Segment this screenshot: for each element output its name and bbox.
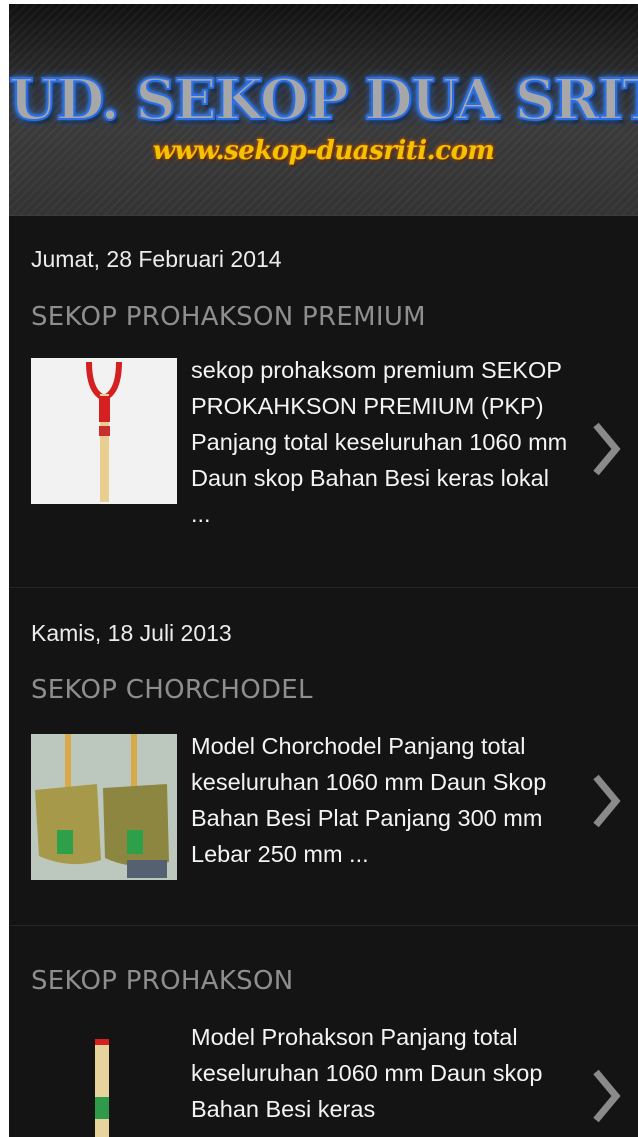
post-snippet-text: sekop prohaksom premium SEKOP PROKAHKSON…: [191, 357, 568, 527]
post-title[interactable]: SEKOP PROHAKSON PREMIUM: [31, 302, 426, 332]
shovel-handle-image: [95, 1039, 109, 1137]
post-item[interactable]: SEKOP PROHAKSON Model Prohakson Panjang …: [9, 926, 638, 1137]
post-thumbnail[interactable]: [31, 358, 177, 504]
chevron-right-icon[interactable]: [592, 422, 622, 476]
shovels-pair-image: [31, 734, 177, 880]
page-frame: UD. SEKOP DUA SRITI www.sekop-duasriti.c…: [9, 4, 638, 1137]
post-snippet: sekop prohaksom premium SEKOP PROKAHKSON…: [31, 352, 571, 532]
post-item[interactable]: Kamis, 18 Juli 2013 SEKOP CHORCHODEL Mod…: [9, 588, 638, 926]
post-thumbnail[interactable]: [31, 1025, 177, 1137]
blog-header[interactable]: UD. SEKOP DUA SRITI www.sekop-duasriti.c…: [9, 4, 638, 216]
post-thumbnail[interactable]: [31, 734, 177, 880]
post-title[interactable]: SEKOP PROHAKSON: [31, 966, 293, 996]
post-title[interactable]: SEKOP CHORCHODEL: [31, 675, 313, 705]
site-title[interactable]: UD. SEKOP DUA SRITI: [9, 67, 638, 133]
post-date: Kamis, 18 Juli 2013: [31, 620, 232, 646]
post-snippet-text: Model Chorchodel Panjang total keseluruh…: [191, 733, 547, 867]
post-snippet-text: Model Prohakson Panjang total keseluruha…: [191, 1024, 543, 1122]
post-snippet: Model Prohakson Panjang total keseluruha…: [31, 1019, 571, 1137]
chevron-right-icon[interactable]: [592, 774, 622, 828]
post-date: Jumat, 28 Februari 2014: [31, 246, 282, 272]
chevron-right-icon[interactable]: [592, 1069, 622, 1123]
site-url[interactable]: www.sekop-duasriti.com: [9, 136, 638, 166]
shovel-red-handle-image: [86, 361, 122, 502]
post-item[interactable]: Jumat, 28 Februari 2014 SEKOP PROHAKSON …: [9, 216, 638, 588]
post-snippet: Model Chorchodel Panjang total keseluruh…: [31, 728, 571, 880]
